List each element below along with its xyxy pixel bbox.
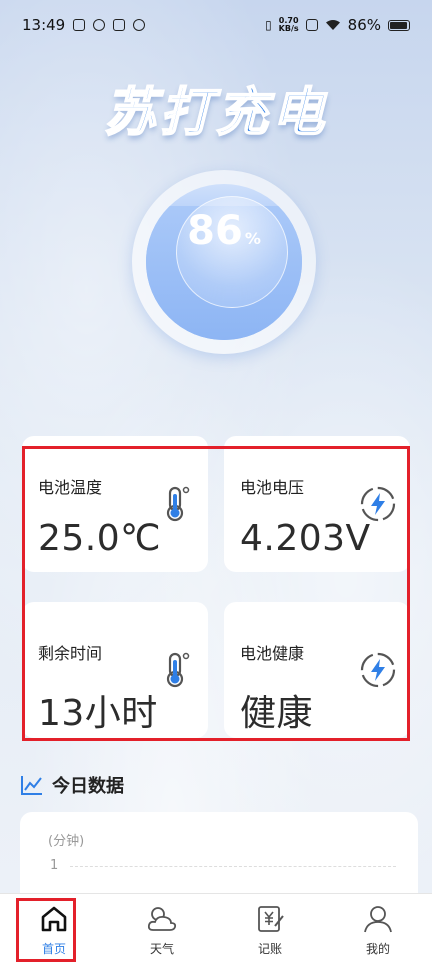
lightning-icon — [360, 652, 396, 688]
fan-icon — [133, 19, 146, 31]
app-notification-icon — [113, 19, 126, 31]
section-title: 今日数据 — [20, 772, 124, 798]
card-battery-health[interactable]: 电池健康 健康 — [224, 602, 410, 738]
status-bar: 13:49 ▯ 0.70 KB/s 86% — [0, 0, 432, 50]
nav-item-home[interactable]: 首页 — [0, 894, 108, 964]
chart-gridline — [70, 866, 396, 867]
nav-label: 首页 — [41, 942, 66, 956]
battery-icon — [388, 19, 410, 31]
gauge-readout: 86% — [132, 208, 316, 254]
app-notification-icon — [93, 19, 106, 31]
line-chart-icon — [21, 776, 42, 795]
weather-icon — [147, 907, 177, 931]
app-title: 苏打充电 — [103, 82, 328, 144]
nav-label: 记账 — [257, 942, 282, 956]
nav-label: 我的 — [365, 942, 390, 956]
battery-percent: 86% — [347, 16, 381, 34]
net-speed-unit: KB/s — [278, 24, 299, 33]
wifi-icon — [325, 20, 340, 30]
section-title-text: 今日数据 — [52, 776, 124, 797]
thermometer-icon — [166, 652, 190, 688]
card-value: 13小时 — [38, 693, 158, 734]
nav-item-profile[interactable]: 我的 — [324, 894, 432, 964]
nav-item-ledger[interactable]: 记账 — [216, 894, 324, 964]
card-battery-voltage[interactable]: 电池电压 4.203V — [224, 436, 410, 572]
gauge-value: 86 — [187, 208, 243, 254]
chart-y-axis-label: (分钟) — [48, 834, 85, 849]
card-battery-temperature[interactable]: 电池温度 25.0℃ — [22, 436, 208, 572]
bottom-nav: 首页 天气 记账 我的 — [0, 893, 432, 964]
vibrate-icon: ▯ — [265, 18, 272, 32]
user-icon — [364, 906, 392, 933]
ledger-icon — [258, 906, 284, 932]
net-speed: 0.70 KB/s — [279, 17, 299, 33]
home-icon — [41, 906, 67, 932]
chart-y-tick: 1 — [50, 858, 59, 873]
notification-icon — [73, 19, 86, 31]
status-time: 13:49 — [22, 16, 66, 34]
card-remaining-time[interactable]: 剩余时间 13小时 — [22, 602, 208, 738]
nav-item-weather[interactable]: 天气 — [108, 894, 216, 964]
card-value: 25.0℃ — [38, 518, 162, 559]
card-value: 4.203V — [240, 518, 371, 559]
card-value: 健康 — [240, 693, 314, 734]
sim-off-icon — [305, 19, 318, 31]
battery-gauge: 86% — [132, 170, 316, 354]
thermometer-icon — [166, 486, 190, 522]
gauge-unit: % — [244, 229, 261, 248]
lightning-icon — [360, 486, 396, 522]
nav-label: 天气 — [149, 942, 174, 956]
